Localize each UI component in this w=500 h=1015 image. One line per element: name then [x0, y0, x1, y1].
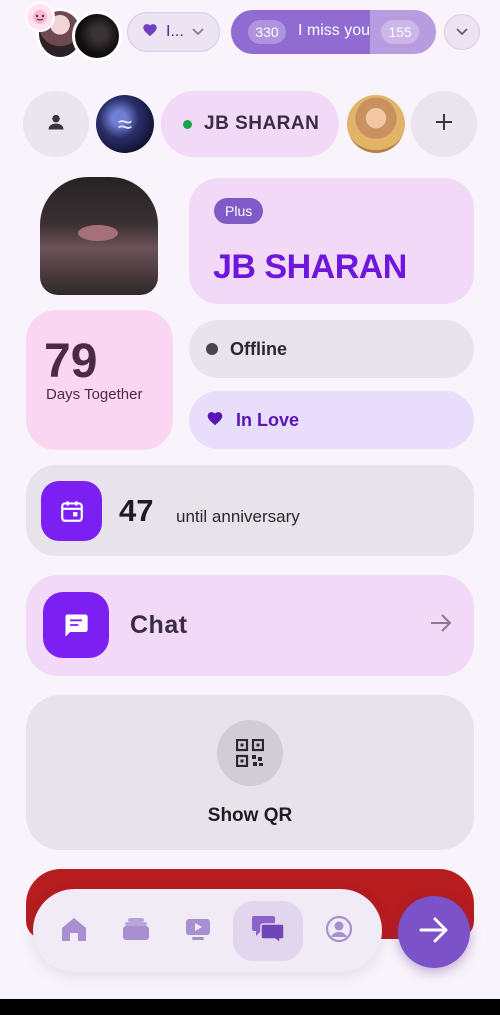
miss-count-left: 330	[248, 20, 286, 44]
online-indicator	[183, 119, 192, 129]
relationship-status[interactable]: In Love	[189, 391, 474, 449]
sticker-icon	[25, 2, 55, 32]
name-card[interactable]: Plus JB SHARAN	[189, 178, 474, 304]
chat-bubble-icon	[43, 592, 109, 658]
chevron-down-icon	[456, 23, 468, 41]
mood-label: I...	[166, 23, 184, 40]
days-count: 79	[44, 335, 98, 388]
miss-you-label: I miss you	[298, 22, 371, 39]
anniversary-label: until anniversary	[176, 507, 300, 526]
miss-you-button[interactable]: 330 I miss you 155	[231, 10, 436, 54]
show-qr-label: Show QR	[207, 805, 293, 826]
days-label: Days Together	[46, 386, 143, 403]
heart-icon	[206, 410, 224, 431]
presence-status[interactable]: Offline	[189, 320, 474, 378]
anniversary-days: 47	[119, 493, 154, 528]
chevron-down-icon	[192, 23, 204, 41]
stack-icon	[122, 916, 150, 947]
expand-button[interactable]	[444, 14, 480, 50]
next-button[interactable]	[398, 896, 470, 968]
home-icon	[60, 916, 88, 947]
days-together-card[interactable]: 79 Days Together	[26, 310, 173, 450]
profile-photo[interactable]	[40, 177, 158, 295]
partner-avatar-small-2[interactable]	[72, 11, 122, 61]
anniversary-card[interactable]: 47 until anniversary	[26, 465, 474, 556]
nav-messages[interactable]	[233, 901, 303, 961]
offline-indicator	[206, 343, 218, 355]
partner-name: JB SHARAN	[204, 113, 320, 134]
presence-label: Offline	[230, 338, 287, 359]
add-partner-button[interactable]	[411, 91, 477, 157]
heart-icon	[142, 22, 158, 42]
calendar-icon	[41, 481, 102, 541]
nav-profile[interactable]	[311, 903, 367, 959]
plus-icon	[434, 112, 454, 137]
profile-button[interactable]	[23, 91, 89, 157]
show-qr-card[interactable]: Show QR	[26, 695, 474, 850]
qr-code-icon	[217, 720, 283, 786]
relationship-label: In Love	[236, 409, 300, 430]
arrow-right-icon	[430, 613, 452, 638]
bottom-navigation	[33, 889, 382, 972]
messages-icon	[251, 914, 285, 949]
chat-label: Chat	[130, 611, 188, 639]
video-icon	[184, 916, 212, 947]
partner-avatar[interactable]	[347, 95, 405, 153]
mood-selector[interactable]: I...	[127, 12, 220, 52]
system-navigation-bar	[0, 999, 500, 1015]
galaxy-avatar[interactable]: ≈	[96, 95, 154, 153]
nav-cards[interactable]	[108, 903, 164, 959]
plus-badge: Plus	[214, 198, 264, 224]
nav-video[interactable]	[170, 903, 226, 959]
nav-home[interactable]	[46, 903, 102, 959]
arrow-right-icon	[419, 917, 449, 948]
chat-card[interactable]: Chat	[26, 575, 474, 676]
person-icon	[46, 112, 66, 137]
profile-icon	[325, 915, 353, 948]
partner-selector[interactable]: JB SHARAN	[161, 91, 339, 157]
miss-count-right: 155	[381, 20, 419, 44]
display-name: JB SHARAN	[213, 248, 407, 286]
